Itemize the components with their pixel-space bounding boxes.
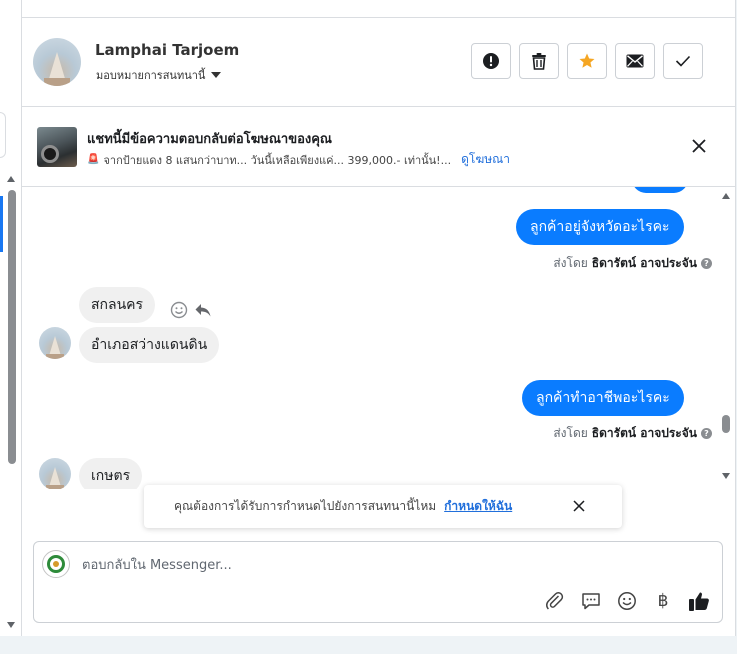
thread-scrollbar-thumb[interactable] (722, 415, 730, 433)
chevron-down-icon (211, 72, 222, 78)
smiley-icon (618, 592, 636, 610)
conversation-header: Lamphai Tarjoem มอบหมายการสนทนานี้ (22, 18, 736, 107)
panel-topbar (22, 0, 735, 18)
ad-thumbnail-wheel (41, 145, 59, 163)
mark-unread-button[interactable] (615, 43, 655, 79)
assign-to-me-link[interactable]: กำหนดให้ฉัน (444, 497, 512, 516)
sent-by-prefix: ส่งโดย (553, 256, 588, 270)
delete-button[interactable] (519, 43, 559, 79)
sent-by-label: ส่งโดย ธิดารัตน์ อาจประจัน ? (553, 254, 712, 273)
close-icon[interactable] (690, 137, 708, 155)
selected-indicator (0, 196, 3, 252)
message-bubble-incoming[interactable]: เกษตร (79, 458, 143, 489)
ad-snippet: จากป้ายแดง 8 แสนกว่าบาท... วันนี้เหลือเพ… (103, 153, 452, 167)
list-scrollbar-thumb[interactable] (8, 190, 16, 464)
page-logo (42, 550, 70, 578)
help-icon[interactable]: ? (701, 428, 712, 439)
like-button[interactable] (688, 590, 710, 612)
reminder-text: คุณต้องการได้รับการกำหนดไปยังการสนทนานี้… (174, 499, 437, 513)
ad-reply-banner: แชทนี้มีข้อความตอบกลับต่อโฆษณาของคุณ 🚨 จ… (22, 107, 736, 187)
thumbs-up-icon (689, 592, 709, 611)
ad-thumbnail[interactable] (37, 127, 77, 167)
avatar-temple-base (46, 485, 64, 489)
chat-bubble-icon (582, 593, 600, 610)
mark-spam-button[interactable] (471, 43, 511, 79)
message-bubble-incoming[interactable]: สกลนคร (79, 287, 156, 323)
emoji-button[interactable] (616, 590, 638, 612)
close-icon[interactable] (572, 499, 586, 513)
message-bubble-outgoing-partial[interactable] (632, 187, 688, 193)
baht-icon: ฿ (657, 591, 669, 611)
avatar-temple-shape (49, 467, 61, 487)
composer-tools: ฿ (544, 590, 710, 612)
header-actions (471, 43, 703, 79)
sent-by-prefix: ส่งโดย (553, 426, 588, 440)
envelope-icon (626, 54, 644, 68)
checkmark-icon (675, 55, 691, 67)
inbox-list-edge (0, 0, 22, 636)
help-icon[interactable]: ? (701, 258, 712, 269)
message-bubble-outgoing[interactable]: ลูกค้าอยู่จังหวัดอะไรคะ (516, 209, 684, 245)
page-logo-dot (53, 561, 59, 567)
reply-input[interactable] (82, 554, 682, 576)
avatar-temple-base (46, 354, 64, 359)
paperclip-icon (546, 592, 564, 610)
ad-reply-subline: 🚨 จากป้ายแดง 8 แสนกว่าบาท... วันนี้เหลือ… (87, 150, 510, 169)
contact-avatar-small[interactable] (39, 327, 71, 359)
saved-replies-button[interactable] (580, 590, 602, 612)
thread-scroll-up-arrow[interactable] (722, 193, 730, 199)
reply-composer: ฿ (33, 541, 723, 623)
star-icon (579, 53, 595, 68)
message-thread[interactable]: ลูกค้าอยู่จังหวัดอะไรคะ ส่งโดย ธิดารัตน์… (22, 187, 736, 489)
contact-avatar-small[interactable] (39, 458, 71, 489)
sent-by-label: ส่งโดย ธิดารัตน์ อาจประจัน ? (553, 424, 712, 443)
avatar-temple-shape (49, 336, 61, 356)
avatar-temple-base (44, 78, 70, 86)
assign-label: มอบหมายการสนทนานี้ (96, 69, 206, 82)
ad-reply-title: แชทนี้มีข้อความตอบกลับต่อโฆษณาของคุณ (87, 132, 332, 147)
emoji-react-icon[interactable] (170, 301, 188, 319)
message-bubble-incoming[interactable]: อำเภอสว่างแดนดิน (79, 327, 220, 363)
mark-done-button[interactable] (663, 43, 703, 79)
view-ad-link[interactable]: ดูโฆษณา (461, 150, 510, 169)
conversation-panel: Lamphai Tarjoem มอบหมายการสนทนานี้ แชทนี… (22, 0, 736, 636)
sender-name: ธิดารัตน์ อาจประจัน (591, 256, 697, 270)
reply-icon[interactable] (194, 301, 212, 319)
trash-icon (532, 53, 546, 70)
exclamation-circle-icon (483, 53, 499, 69)
payment-button[interactable]: ฿ (652, 590, 674, 612)
assign-reminder-toast: คุณต้องการได้รับการกำหนดไปยังการสนทนานี้… (144, 485, 622, 528)
siren-icon: 🚨 (87, 154, 100, 165)
thread-scrollbar[interactable] (720, 187, 732, 489)
thread-scroll-down-arrow[interactable] (722, 473, 730, 479)
sender-name: ธิดารัตน์ อาจประจัน (591, 426, 697, 440)
contact-name[interactable]: Lamphai Tarjoem (95, 41, 239, 59)
attach-button[interactable] (544, 590, 566, 612)
message-tools (170, 301, 212, 319)
message-bubble-outgoing[interactable]: ลูกค้าทำอาชีพอะไรคะ (522, 380, 684, 416)
list-card-edge (0, 112, 6, 158)
assign-conversation-dropdown[interactable]: มอบหมายการสนทนานี้ (96, 66, 222, 84)
list-scroll-down-arrow[interactable] (7, 622, 15, 628)
list-scroll-up-arrow[interactable] (7, 176, 15, 182)
contact-avatar[interactable] (33, 38, 81, 86)
star-button[interactable] (567, 43, 607, 79)
